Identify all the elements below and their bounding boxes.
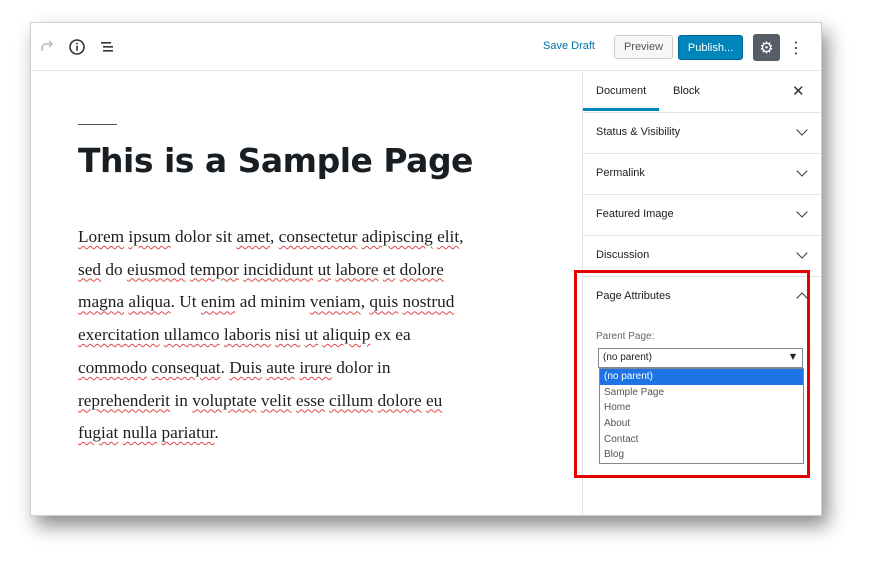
misspelled-word: reprehenderit	[78, 390, 171, 410]
tab-block[interactable]: Block	[673, 85, 700, 97]
text-run: dolor in	[331, 357, 391, 377]
misspelled-word: adipiscing	[361, 227, 433, 246]
misspelled-word: labore	[335, 259, 379, 279]
close-icon[interactable]: ✕	[792, 82, 805, 100]
misspelled-word: aute	[266, 357, 295, 377]
panel-permalink[interactable]: Permalink	[583, 154, 821, 195]
list-icon[interactable]	[97, 37, 117, 57]
misspelled-word: velit	[260, 390, 292, 410]
gear-icon[interactable]: ⚙	[753, 34, 780, 61]
panel-title: Permalink	[596, 167, 645, 179]
save-draft-link[interactable]: Save Draft	[543, 40, 595, 52]
chevron-down-icon	[796, 247, 808, 259]
misspelled-word: irure	[299, 357, 332, 377]
preview-button[interactable]: Preview	[614, 35, 673, 59]
panel-title: Status & Visibility	[596, 126, 681, 138]
panel-featured-image[interactable]: Featured Image	[583, 195, 821, 236]
misspelled-word: consequat	[151, 357, 221, 377]
misspelled-word: ipsum	[128, 227, 171, 246]
misspelled-word: eiusmod	[126, 259, 186, 279]
chevron-down-icon	[796, 165, 808, 177]
panel-title: Discussion	[596, 249, 650, 261]
chevron-down-icon	[796, 124, 808, 136]
misspelled-word: dolore	[399, 259, 444, 279]
text-run: .	[214, 423, 219, 443]
tab-document[interactable]: Document	[582, 85, 660, 111]
misspelled-word: aliqua	[128, 292, 171, 312]
misspelled-word: sed	[78, 259, 102, 279]
redo-icon[interactable]	[37, 37, 57, 57]
publish-button[interactable]: Publish...	[678, 35, 743, 60]
misspelled-word: magna	[78, 292, 125, 312]
misspelled-word: nisi	[275, 325, 301, 345]
page-title[interactable]: This is a Sample Page	[78, 141, 473, 180]
misspelled-word: et	[382, 259, 396, 279]
misspelled-word: eu	[426, 390, 443, 410]
editor-canvas: This is a Sample Page Lorem ipsum dolor …	[31, 71, 582, 515]
text-run: ,	[270, 227, 279, 246]
misspelled-word: aliquip	[322, 325, 371, 345]
chevron-down-icon	[796, 206, 808, 218]
text-run: ,	[459, 227, 464, 246]
misspelled-word: Lorem	[78, 227, 125, 246]
text-run: . Ut	[170, 292, 201, 312]
title-separator	[78, 124, 117, 125]
info-icon[interactable]	[67, 37, 87, 57]
text-run: .	[220, 357, 230, 377]
misspelled-word: exercitation	[78, 325, 160, 345]
misspelled-word: ut	[317, 259, 332, 279]
text-run: ex ea	[370, 325, 411, 345]
misspelled-word: enim	[200, 292, 236, 312]
misspelled-word: elit	[437, 227, 460, 246]
top-toolbar: Save Draft Preview Publish... ⚙ ⋮	[31, 23, 821, 71]
paragraph-block[interactable]: Lorem ipsum dolor sit amet, consectetur …	[78, 221, 478, 450]
misspelled-word: nulla	[122, 423, 158, 443]
misspelled-word: quis	[369, 292, 399, 312]
panel-status-visibility[interactable]: Status & Visibility	[583, 113, 821, 154]
misspelled-word: commodo	[78, 357, 148, 377]
misspelled-word: ut	[304, 325, 319, 345]
misspelled-word: veniam	[309, 292, 361, 312]
text-run: in	[170, 390, 193, 410]
misspelled-word: consectetur	[278, 227, 358, 246]
misspelled-word: incididunt	[243, 259, 314, 279]
misspelled-word: tempor	[189, 259, 239, 279]
sidebar-tabs: Document Block ✕	[582, 71, 821, 113]
panel-title: Featured Image	[596, 208, 674, 220]
misspelled-word: pariatur	[161, 423, 215, 443]
vertical-ellipsis-icon[interactable]: ⋮	[788, 36, 804, 58]
misspelled-word: dolore	[377, 390, 422, 410]
misspelled-word: nostrud	[402, 292, 455, 312]
misspelled-word: fugiat	[78, 423, 119, 443]
misspelled-word: laboris	[223, 325, 271, 345]
misspelled-word: Duis	[229, 357, 262, 377]
misspelled-word: voluptate	[192, 390, 257, 410]
annotation-highlight-box	[574, 270, 810, 478]
text-run: ad minim	[235, 292, 310, 312]
misspelled-word: amet	[236, 227, 271, 246]
text-run: dolor sit	[170, 227, 237, 246]
text-run: do	[101, 259, 127, 279]
misspelled-word: esse	[295, 390, 325, 410]
misspelled-word: cillum	[329, 390, 374, 410]
misspelled-word: ullamco	[163, 325, 220, 345]
